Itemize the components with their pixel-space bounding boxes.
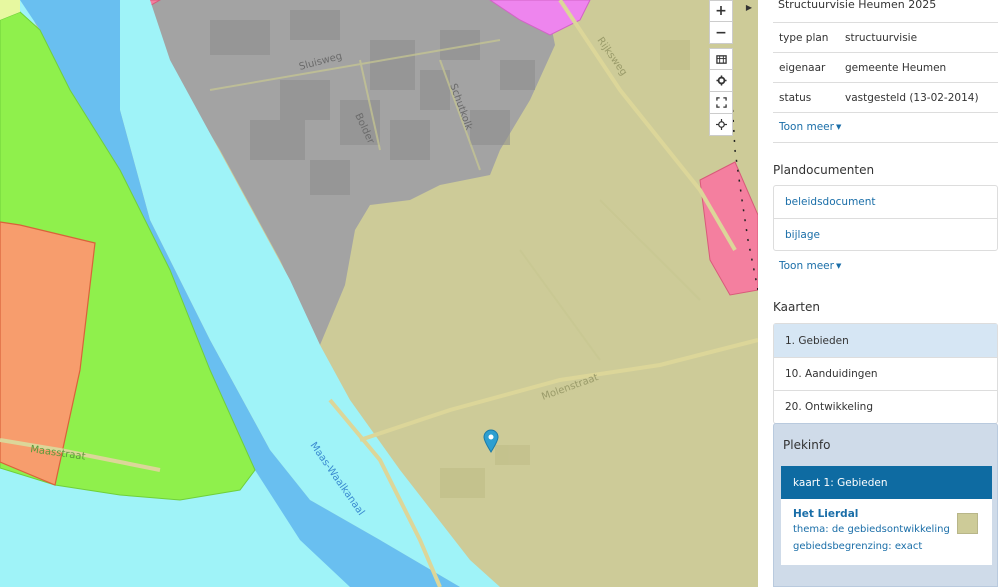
document-link-beleidsdocument[interactable]: beleidsdocument — [774, 186, 997, 218]
divider — [773, 112, 998, 113]
gebied-begrenzing[interactable]: gebiedsbegrenzing: exact — [793, 541, 922, 552]
zoom-in-button[interactable]: + — [709, 0, 733, 22]
plekinfo-kaart-header[interactable]: kaart 1: Gebieden — [781, 466, 992, 499]
map-canvas[interactable]: Sluisweg Bolder Schutkolk Rijksweg Molen… — [0, 0, 758, 587]
collapse-panel-button[interactable]: ▶ — [740, 0, 758, 14]
property-key: type plan — [773, 22, 839, 53]
table-row: status vastgesteld (13-02-2014) — [773, 82, 998, 113]
kaart-item-ontwikkeling[interactable]: 20. Ontwikkeling — [774, 390, 997, 423]
fullscreen-icon — [715, 97, 727, 108]
gebied-thema[interactable]: thema: de gebiedsontwikkeling — [793, 524, 950, 535]
legend-swatch — [957, 513, 978, 534]
toon-meer-link-properties[interactable]: Toon meer ▼ — [779, 121, 841, 133]
plandocumenten-list: beleidsdocument bijlage — [773, 185, 998, 251]
property-value: structuurvisie — [839, 22, 998, 53]
property-key: eigenaar — [773, 52, 839, 83]
gear-icon — [715, 75, 727, 86]
plandocumenten-heading: Plandocumenten — [773, 163, 875, 177]
document-link-bijlage[interactable]: bijlage — [774, 218, 997, 250]
property-value: vastgesteld (13-02-2014) — [839, 82, 998, 113]
settings-button[interactable] — [709, 70, 733, 92]
caret-right-icon: ▶ — [745, 2, 753, 12]
caret-down-icon: ▼ — [835, 123, 842, 131]
kaart-item-gebieden[interactable]: 1. Gebieden — [774, 324, 997, 357]
fullscreen-button[interactable] — [709, 92, 733, 114]
toon-meer-link-documents[interactable]: Toon meer ▼ — [779, 260, 841, 272]
table-row: type plan structuurvisie — [773, 22, 998, 53]
table-row: eigenaar gemeente Heumen — [773, 52, 998, 83]
layers-icon — [715, 54, 727, 64]
property-key: status — [773, 82, 839, 113]
kaart-item-aanduidingen[interactable]: 10. Aanduidingen — [774, 357, 997, 390]
locate-button[interactable] — [709, 114, 733, 136]
map-controls: + − — [709, 0, 734, 136]
plekinfo-result: Het Lierdal thema: de gebiedsontwikkelin… — [781, 499, 992, 565]
map-viewer[interactable]: Sluisweg Bolder Schutkolk Rijksweg Molen… — [0, 0, 758, 587]
gebied-name-link[interactable]: Het Lierdal — [793, 508, 858, 520]
layers-button[interactable] — [709, 48, 733, 70]
plan-title: Structuurvisie Heumen 2025 — [778, 0, 937, 11]
property-value: gemeente Heumen — [839, 52, 998, 83]
plan-properties-table: type plan structuurvisie eigenaar gemeen… — [773, 22, 998, 113]
caret-down-icon: ▼ — [835, 262, 842, 270]
plekinfo-title: Plekinfo — [783, 438, 831, 452]
zoom-out-button[interactable]: − — [709, 22, 733, 44]
divider — [773, 142, 998, 143]
plekinfo-box: Plekinfo kaart 1: Gebieden Het Lierdal t… — [773, 423, 998, 587]
crosshair-icon — [715, 119, 727, 130]
info-panel: Structuurvisie Heumen 2025 type plan str… — [758, 0, 1003, 587]
kaarten-list: 1. Gebieden 10. Aanduidingen 20. Ontwikk… — [773, 323, 998, 424]
kaarten-heading: Kaarten — [773, 300, 820, 314]
